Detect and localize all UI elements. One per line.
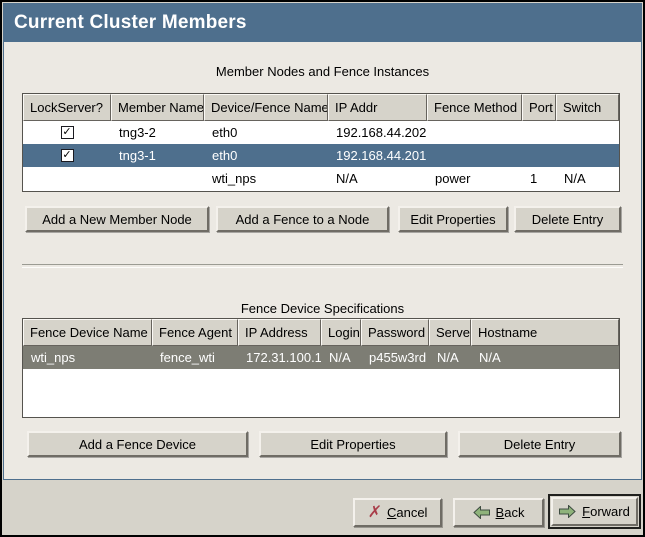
delete-entry-button-members[interactable]: Delete Entry [514, 206, 621, 232]
column-header-ip-address[interactable]: IP Address [238, 319, 321, 346]
login-cell: N/A [321, 346, 361, 369]
device-fence-name-cell: eth0 [204, 144, 328, 167]
cancel-x-icon: ✗ [367, 505, 382, 521]
dialog-header: Current Cluster Members [4, 4, 641, 42]
fence-devices-table-header: Fence Device Name Fence Agent IP Address… [23, 319, 619, 346]
port-cell: 1 [522, 167, 556, 190]
table-row-wti-nps-instance[interactable]: ✓ wti_nps N/A power 1 N/A [23, 167, 619, 190]
password-cell: p455w3rd [361, 346, 429, 369]
server-cell: N/A [429, 346, 471, 369]
device-fence-name-cell: eth0 [204, 121, 328, 144]
forward-arrow-icon [559, 505, 576, 518]
fence-table-caption: Fence Device Specifications [2, 301, 643, 316]
members-table-caption: Member Nodes and Fence Instances [2, 64, 643, 79]
ip-addr-cell: 192.168.44.202 [328, 121, 427, 144]
back-button[interactable]: Back [453, 498, 544, 527]
column-header-password[interactable]: Password [361, 319, 429, 346]
switch-cell [556, 121, 619, 144]
lockserver-checkbox[interactable]: ✓ [61, 126, 74, 139]
column-header-device-fence-name[interactable]: Device/Fence Name [204, 94, 328, 121]
member-name-cell: tng3-1 [111, 144, 204, 167]
column-header-port[interactable]: Port [522, 94, 556, 121]
table-row-tng3-2[interactable]: ✓ tng3-2 eth0 192.168.44.202 [23, 121, 619, 144]
column-header-fence-agent[interactable]: Fence Agent [152, 319, 238, 346]
cluster-members-window: Current Cluster Members Member Nodes and… [0, 0, 645, 537]
edit-properties-button-members[interactable]: Edit Properties [398, 206, 508, 232]
member-name-cell [111, 167, 204, 190]
delete-entry-button-fence[interactable]: Delete Entry [458, 431, 621, 457]
member-name-cell: tng3-2 [111, 121, 204, 144]
member-nodes-table-header: LockServer? Member Name Device/Fence Nam… [23, 94, 619, 121]
fence-agent-cell: fence_wti [152, 346, 238, 369]
switch-cell: N/A [556, 167, 619, 190]
column-header-member-name[interactable]: Member Name [111, 94, 204, 121]
ip-address-cell: 172.31.100.1 [238, 346, 321, 369]
fence-devices-table: Fence Device Name Fence Agent IP Address… [22, 318, 620, 418]
section-separator [22, 264, 623, 268]
column-header-fence-method[interactable]: Fence Method [427, 94, 522, 121]
table-row-wti-nps-device-selected[interactable]: wti_nps fence_wti 172.31.100.1 N/A p455w… [23, 346, 619, 369]
port-cell [522, 144, 556, 167]
hostname-cell: N/A [471, 346, 619, 369]
add-fence-device-button[interactable]: Add a Fence Device [27, 431, 248, 457]
member-nodes-table: LockServer? Member Name Device/Fence Nam… [22, 93, 620, 192]
column-header-login[interactable]: Login [321, 319, 361, 346]
device-fence-name-cell: wti_nps [204, 167, 328, 190]
fence-method-cell [427, 144, 522, 167]
fence-method-cell [427, 121, 522, 144]
ip-addr-cell: N/A [328, 167, 427, 190]
column-header-server[interactable]: Server [429, 319, 471, 346]
cancel-button-label: Cancel [387, 505, 427, 520]
cancel-button[interactable]: ✗ Cancel [353, 498, 442, 527]
edit-properties-button-fence[interactable]: Edit Properties [259, 431, 447, 457]
port-cell [522, 121, 556, 144]
column-header-ip-addr[interactable]: IP Addr [328, 94, 427, 121]
add-fence-to-node-button[interactable]: Add a Fence to a Node [216, 206, 389, 232]
back-arrow-icon [473, 506, 490, 519]
lockserver-checkbox[interactable]: ✓ [61, 149, 74, 162]
table-row-tng3-1-selected[interactable]: ✓ tng3-1 eth0 192.168.44.201 [23, 144, 619, 167]
column-header-lockserver[interactable]: LockServer? [23, 94, 111, 121]
forward-button[interactable]: Forward [551, 497, 638, 526]
page-title: Current Cluster Members [4, 12, 247, 34]
forward-button-default-ring: Forward [548, 494, 641, 529]
back-button-label: Back [496, 505, 525, 520]
add-new-member-node-button[interactable]: Add a New Member Node [25, 206, 209, 232]
fence-method-cell: power [427, 167, 522, 190]
ip-addr-cell: 192.168.44.201 [328, 144, 427, 167]
column-header-fence-device-name[interactable]: Fence Device Name [23, 319, 152, 346]
fence-device-name-cell: wti_nps [23, 346, 152, 369]
forward-button-label: Forward [582, 504, 630, 519]
switch-cell [556, 144, 619, 167]
column-header-switch[interactable]: Switch [556, 94, 619, 121]
column-header-hostname[interactable]: Hostname [471, 319, 619, 346]
